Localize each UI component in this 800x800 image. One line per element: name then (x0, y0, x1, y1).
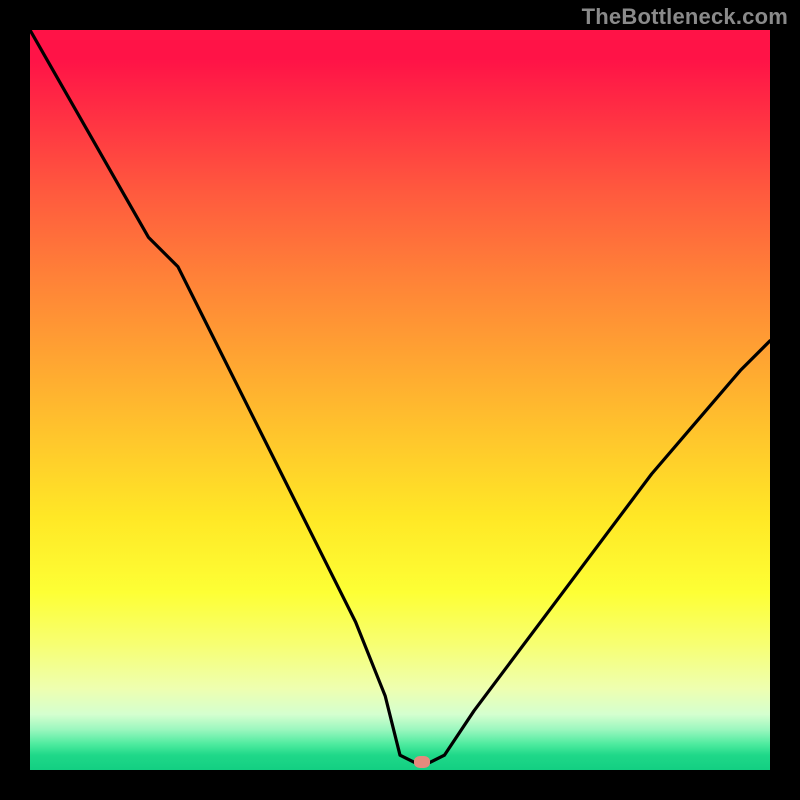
bottleneck-curve-path (30, 30, 770, 763)
optimal-point-marker (414, 756, 430, 768)
plot-area (30, 30, 770, 770)
watermark-text: TheBottleneck.com (582, 4, 788, 30)
chart-frame: TheBottleneck.com (0, 0, 800, 800)
bottleneck-curve-svg (30, 30, 770, 770)
